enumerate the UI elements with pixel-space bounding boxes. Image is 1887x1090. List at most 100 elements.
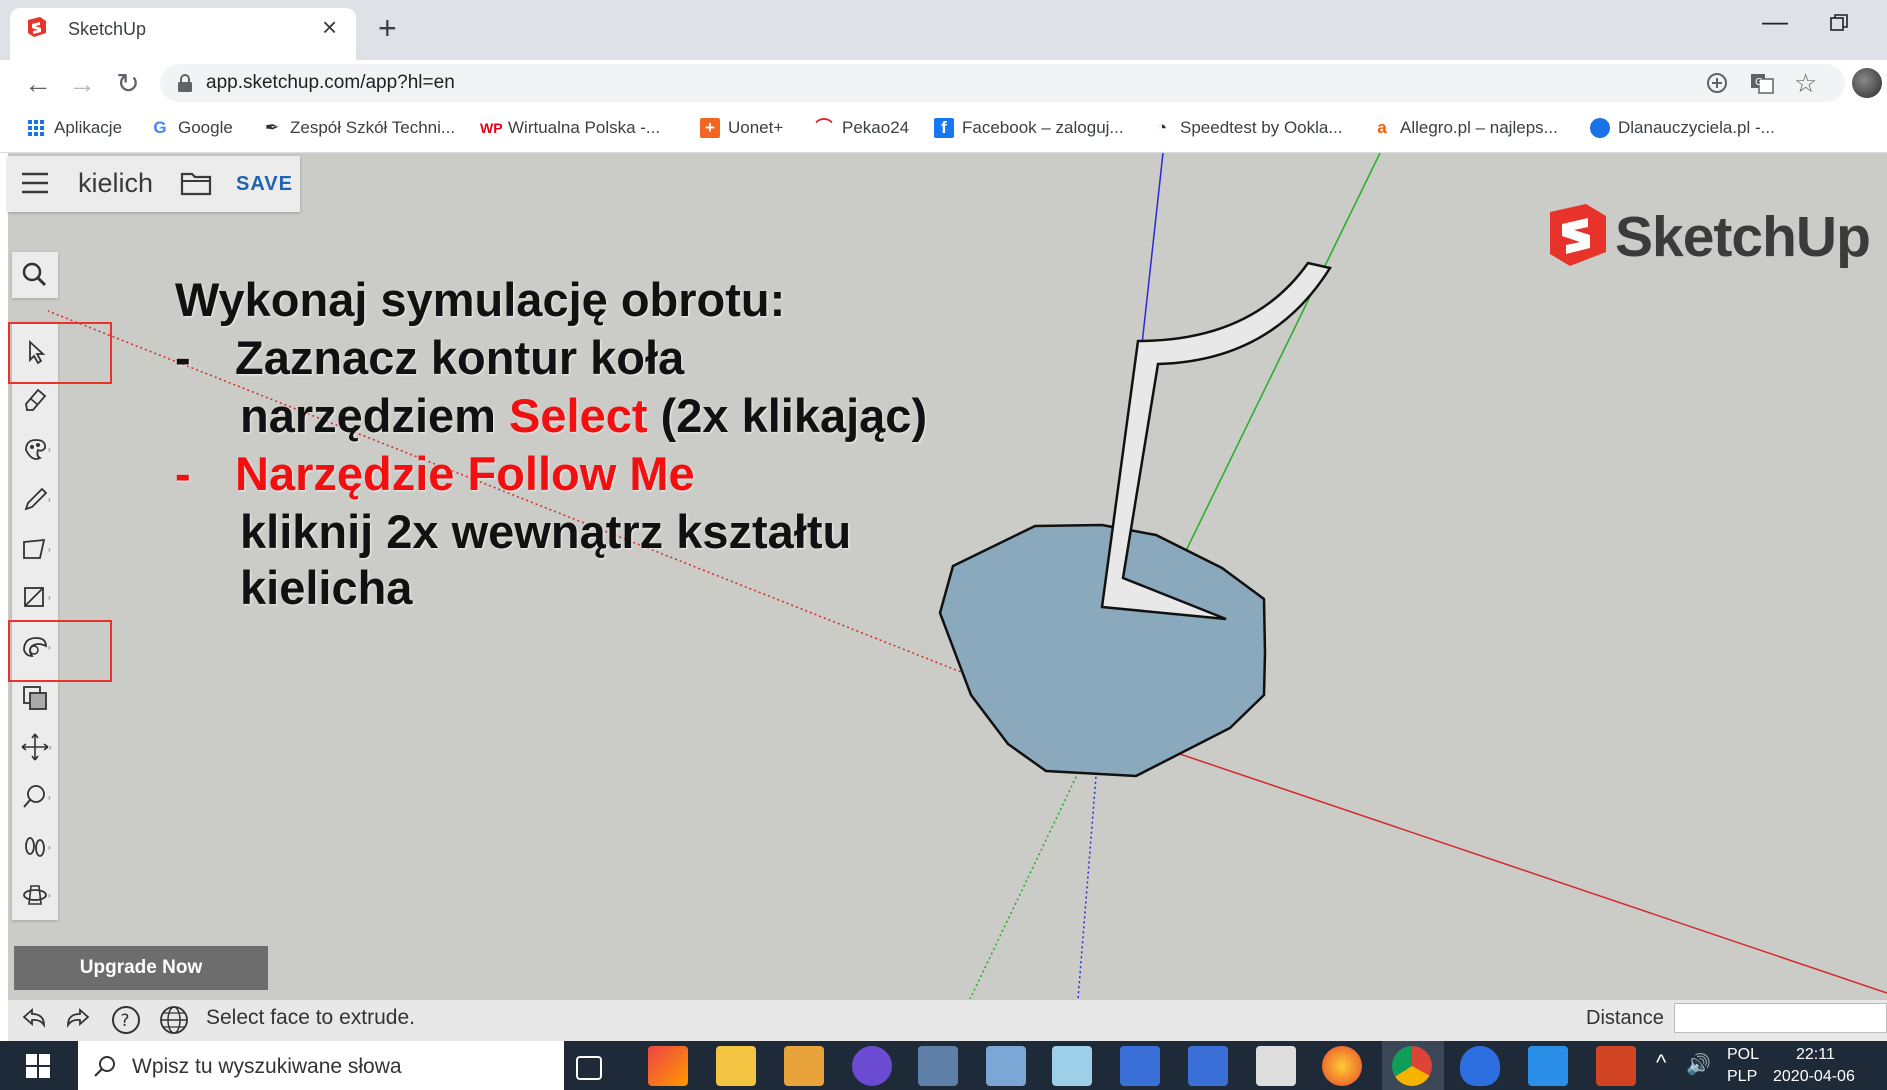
mail-icon[interactable] <box>1528 1046 1568 1086</box>
instruction-step-1: Zaznacz kontur koła <box>235 331 685 384</box>
clock-time[interactable]: 22:11 <box>1796 1046 1835 1064</box>
search-icon <box>22 262 47 287</box>
url-text[interactable]: app.sketchup.com/app?hl=en <box>206 72 455 94</box>
tab-title: SketchUp <box>68 19 147 39</box>
search-icon <box>94 1056 115 1077</box>
red-axis <box>1099 726 1887 994</box>
browser-tab[interactable] <box>10 8 356 60</box>
move-arrows-icon: › <box>21 733 52 761</box>
allegro-icon: a <box>1377 118 1387 137</box>
tape-measure-tool[interactable]: › <box>14 776 56 818</box>
translate-icon[interactable]: G <box>1750 72 1774 94</box>
footprints-icon: › <box>25 837 51 857</box>
volume-icon[interactable]: 🔊 <box>1686 1052 1711 1077</box>
push-pull-icon: › <box>24 587 51 607</box>
paint-bucket-icon: › <box>25 439 51 460</box>
pencil-icon: › <box>24 487 51 511</box>
media-player-icon[interactable] <box>784 1046 824 1086</box>
windows-start-icon[interactable] <box>24 1052 52 1080</box>
chrome-icon[interactable] <box>1392 1046 1432 1086</box>
bookmark-dlanauczyciela[interactable]: Dlanauczyciela.pl -... <box>1590 116 1775 140</box>
search-tool-button[interactable] <box>12 252 58 298</box>
sketch-app-icon[interactable] <box>986 1046 1026 1086</box>
pushpull-tool[interactable]: › <box>14 576 56 618</box>
svg-text:›: › <box>48 495 51 504</box>
forward-arrow-icon[interactable]: → <box>66 68 98 100</box>
reload-icon[interactable]: ↻ <box>112 68 144 100</box>
help-icon[interactable]: ? <box>110 1004 142 1036</box>
file-explorer-icon[interactable] <box>716 1046 756 1086</box>
svg-text:G: G <box>1755 77 1763 88</box>
bookmark-facebook[interactable]: f Facebook – zaloguj... <box>934 116 1124 140</box>
bookmark-wp[interactable]: WP Wirtualna Polska -... <box>480 116 660 140</box>
taskbar-search-placeholder: Wpisz tu wyszukiwane słowa <box>132 1055 402 1078</box>
eraser-tool[interactable] <box>14 378 56 420</box>
select-keyword: Select <box>509 389 648 442</box>
tray-chevron-icon[interactable]: ^ <box>1656 1050 1666 1076</box>
bookmark-uonet[interactable]: + Uonet+ <box>700 116 783 140</box>
status-message: Select face to extrude. <box>206 1006 415 1029</box>
folder-icon[interactable] <box>180 170 212 196</box>
undo-icon[interactable] <box>16 1003 50 1037</box>
save-disk-2-icon[interactable] <box>1188 1046 1228 1086</box>
door-app-icon[interactable] <box>918 1046 958 1086</box>
ccleaner-icon[interactable] <box>648 1046 688 1086</box>
rectangle-tool[interactable]: › <box>14 528 56 570</box>
task-view-icon[interactable] <box>576 1056 602 1080</box>
offset-tool[interactable] <box>14 676 56 718</box>
instruction-dash-1: - <box>175 331 191 384</box>
clock-date[interactable]: 2020-04-06 <box>1773 1068 1855 1086</box>
model-name[interactable]: kielich <box>78 168 153 199</box>
instruction-dash-2: - <box>175 447 191 500</box>
svg-text:›: › <box>48 891 51 900</box>
redo-icon[interactable] <box>62 1003 96 1037</box>
bookmark-star-icon[interactable]: ☆ <box>1794 68 1817 99</box>
language-indicator[interactable]: POL <box>1727 1046 1759 1064</box>
bookmark-allegro[interactable]: a Allegro.pl – najleps... <box>1372 116 1558 140</box>
lock-icon[interactable] <box>176 73 194 93</box>
powerpoint-icon[interactable] <box>1596 1046 1636 1086</box>
nvu-icon[interactable] <box>852 1046 892 1086</box>
svg-text:›: › <box>48 793 51 802</box>
follow-me-tool-highlight <box>8 620 112 682</box>
svg-text:›: › <box>48 545 51 554</box>
back-arrow-icon[interactable]: ← <box>22 68 54 100</box>
eraser-icon <box>25 388 47 411</box>
hamburger-menu-icon[interactable] <box>20 170 50 196</box>
defender-icon[interactable] <box>1460 1046 1500 1086</box>
orbit-tool[interactable]: › <box>14 874 56 916</box>
install-app-icon[interactable] <box>1706 72 1728 94</box>
profile-avatar[interactable] <box>1852 68 1882 98</box>
globe-icon[interactable] <box>158 1004 190 1036</box>
save-button[interactable]: SAVE <box>236 173 293 196</box>
save-disk-icon[interactable] <box>1120 1046 1160 1086</box>
pencil-tool[interactable]: › <box>14 478 56 520</box>
upgrade-now-button[interactable]: Upgrade Now <box>14 946 268 990</box>
window-minimize-icon[interactable]: — <box>1762 6 1788 37</box>
rectangle-tool-icon: › <box>23 538 51 559</box>
new-tab-icon[interactable]: + <box>378 12 397 44</box>
google-icon: G <box>153 118 167 137</box>
glass-app-icon[interactable] <box>1052 1046 1092 1086</box>
bookmark-apps[interactable]: Aplikacje <box>26 116 122 140</box>
facebook-icon: f <box>934 118 954 138</box>
paint-tool[interactable]: › <box>14 428 56 470</box>
bookmark-speedtest[interactable]: ◔ Speedtest by Ookla... <box>1152 116 1343 140</box>
bookmark-school[interactable]: ✒ Zespół Szkół Techni... <box>262 116 455 140</box>
bookmark-pekao[interactable]: ⌒ Pekao24 <box>814 116 910 140</box>
pekao-icon: ⌒ <box>815 118 833 137</box>
calculator-icon[interactable] <box>1256 1046 1296 1086</box>
keyboard-layout-indicator[interactable]: PLP <box>1727 1068 1757 1086</box>
circle-face[interactable] <box>938 523 1267 778</box>
firefox-icon[interactable] <box>1322 1046 1362 1086</box>
window-restore-icon[interactable] <box>1830 14 1848 32</box>
apps-grid-icon <box>28 120 44 136</box>
move-tool[interactable]: › <box>14 726 56 768</box>
svg-text:›: › <box>48 843 51 852</box>
distance-input[interactable] <box>1674 1003 1887 1033</box>
bookmark-google[interactable]: G Google <box>150 116 232 140</box>
walk-tool[interactable]: › <box>14 826 56 868</box>
select-tool-highlight <box>8 322 112 384</box>
sketchup-favicon-icon <box>28 17 46 37</box>
tab-close-icon[interactable]: × <box>322 14 337 40</box>
